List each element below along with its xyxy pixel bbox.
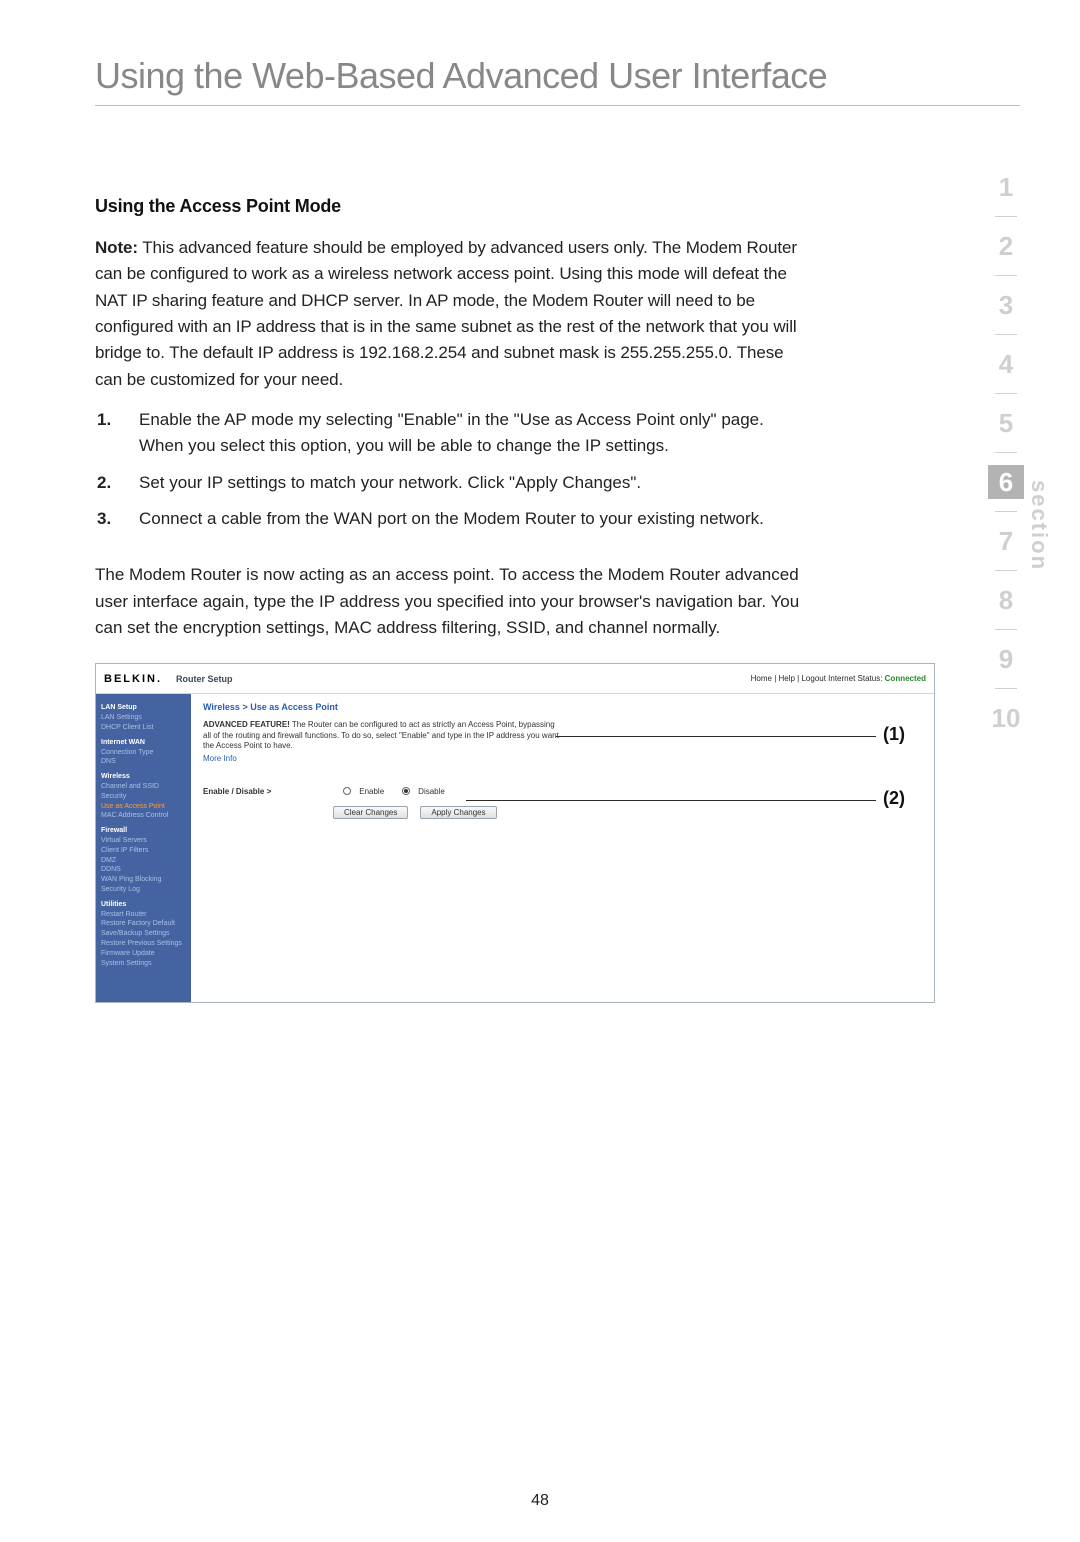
step-text: Enable the AP mode my selecting "Enable"… xyxy=(139,407,800,460)
sidebar-item[interactable]: DDNS xyxy=(101,865,186,875)
list-item: 3.Connect a cable from the WAN port on t… xyxy=(97,506,800,532)
router-ui-screenshot: BELKIN. Router Setup Home | Help | Logou… xyxy=(95,663,935,1003)
conclusion-paragraph: The Modem Router is now acting as an acc… xyxy=(95,562,800,641)
sidebar-item[interactable]: Restore Factory Default xyxy=(101,919,186,929)
router-body: LAN SetupLAN SettingsDHCP Client List Int… xyxy=(96,694,934,1002)
disable-radio[interactable] xyxy=(402,787,410,795)
content-area: Using the Access Point Mode Note: This a… xyxy=(95,196,800,1003)
section-nav-item[interactable]: 6 xyxy=(988,465,1024,499)
section-nav-divider xyxy=(995,570,1017,571)
sidebar-item[interactable]: Restart Router xyxy=(101,910,186,920)
step-list: 1.Enable the AP mode my selecting "Enabl… xyxy=(97,407,800,532)
note-paragraph: Note: This advanced feature should be em… xyxy=(95,235,800,393)
section-numbers: 1 2 3 4 5 6 7 8 9 10 xyxy=(988,170,1024,735)
sidebar-item[interactable]: MAC Address Control xyxy=(101,811,186,821)
connection-status: Connected xyxy=(885,674,926,683)
sidebar-item[interactable]: Save/Backup Settings xyxy=(101,929,186,939)
callout-number-1: (1) xyxy=(883,724,905,745)
section-nav-item[interactable]: 7 xyxy=(988,524,1024,558)
section-nav-item[interactable]: 10 xyxy=(988,701,1024,735)
section-nav-divider xyxy=(995,393,1017,394)
section-nav-item[interactable]: 5 xyxy=(988,406,1024,440)
apply-changes-button[interactable]: Apply Changes xyxy=(420,806,496,819)
disable-label: Disable xyxy=(418,787,445,796)
sidebar-item[interactable]: Connection Type xyxy=(101,748,186,758)
router-setup-label: Router Setup xyxy=(176,674,233,684)
advanced-feature-label: ADVANCED FEATURE! xyxy=(203,720,290,729)
step-number: 1. xyxy=(97,407,139,460)
sidebar-group: LAN Setup xyxy=(101,703,186,713)
more-info-link[interactable]: More Info xyxy=(203,754,922,763)
section-nav-item[interactable]: 1 xyxy=(988,170,1024,204)
sidebar-group: Utilities xyxy=(101,900,186,910)
sidebar-item[interactable]: WAN Ping Blocking xyxy=(101,875,186,885)
step-text: Connect a cable from the WAN port on the… xyxy=(139,506,800,532)
note-label: Note: xyxy=(95,238,138,257)
sub-heading: Using the Access Point Mode xyxy=(95,196,800,217)
sidebar-item[interactable]: Virtual Servers xyxy=(101,836,186,846)
clear-changes-button[interactable]: Clear Changes xyxy=(333,806,408,819)
section-nav-item[interactable]: 3 xyxy=(988,288,1024,322)
enable-disable-label: Enable / Disable > xyxy=(203,787,271,796)
section-nav-divider xyxy=(995,688,1017,689)
section-nav-item[interactable]: 2 xyxy=(988,229,1024,263)
sidebar-group: Wireless xyxy=(101,772,186,782)
sidebar-item[interactable]: Client IP Filters xyxy=(101,846,186,856)
section-nav-divider xyxy=(995,452,1017,453)
section-nav-divider xyxy=(995,275,1017,276)
callout-line-2 xyxy=(466,800,876,801)
list-item: 2.Set your IP settings to match your net… xyxy=(97,470,800,496)
sidebar-item[interactable]: Firmware Update xyxy=(101,949,186,959)
sidebar-item[interactable]: System Settings xyxy=(101,959,186,969)
section-navigator: 1 2 3 4 5 6 7 8 9 10 section xyxy=(988,170,1050,735)
sidebar-item[interactable]: LAN Settings xyxy=(101,713,186,723)
list-item: 1.Enable the AP mode my selecting "Enabl… xyxy=(97,407,800,460)
sidebar-item[interactable]: DNS xyxy=(101,757,186,767)
section-label: section xyxy=(1026,480,1052,571)
section-nav-divider xyxy=(995,216,1017,217)
step-number: 3. xyxy=(97,506,139,532)
page-title: Using the Web-Based Advanced User Interf… xyxy=(95,55,1020,106)
section-nav-divider xyxy=(995,629,1017,630)
router-sidebar: LAN SetupLAN SettingsDHCP Client List Int… xyxy=(96,694,191,1002)
sidebar-group: Firewall xyxy=(101,826,186,836)
callout-number-2: (2) xyxy=(883,788,905,809)
step-text: Set your IP settings to match your netwo… xyxy=(139,470,800,496)
sidebar-item[interactable]: Channel and SSID xyxy=(101,782,186,792)
section-nav-divider xyxy=(995,511,1017,512)
breadcrumb: Wireless > Use as Access Point xyxy=(203,702,922,712)
brand-logo: BELKIN. xyxy=(104,673,162,685)
sidebar-item[interactable]: Use as Access Point xyxy=(101,802,186,812)
router-header: BELKIN. Router Setup Home | Help | Logou… xyxy=(96,664,934,694)
enable-label: Enable xyxy=(359,787,384,796)
sidebar-item[interactable]: DHCP Client List xyxy=(101,723,186,733)
page-number: 48 xyxy=(0,1492,1080,1510)
sidebar-item[interactable]: Restore Previous Settings xyxy=(101,939,186,949)
section-nav-divider xyxy=(995,334,1017,335)
section-nav-item[interactable]: 8 xyxy=(988,583,1024,617)
sidebar-item[interactable]: Security Log xyxy=(101,885,186,895)
step-number: 2. xyxy=(97,470,139,496)
enable-disable-row: Enable / Disable > Enable Disable xyxy=(203,787,922,796)
note-body: This advanced feature should be employed… xyxy=(95,238,797,389)
header-links: Home | Help | Logout Internet Status: xyxy=(751,674,883,683)
enable-radio[interactable] xyxy=(343,787,351,795)
sidebar-group: Internet WAN xyxy=(101,738,186,748)
header-status: Home | Help | Logout Internet Status: Co… xyxy=(751,674,926,683)
advanced-feature-text: ADVANCED FEATURE! The Router can be conf… xyxy=(203,720,563,751)
sidebar-item[interactable]: Security xyxy=(101,792,186,802)
callout-line-1 xyxy=(556,736,876,737)
router-main: Wireless > Use as Access Point ADVANCED … xyxy=(191,694,934,1002)
sidebar-item[interactable]: DMZ xyxy=(101,856,186,866)
section-nav-item[interactable]: 9 xyxy=(988,642,1024,676)
section-nav-item[interactable]: 4 xyxy=(988,347,1024,381)
button-row: Clear Changes Apply Changes xyxy=(333,806,922,819)
